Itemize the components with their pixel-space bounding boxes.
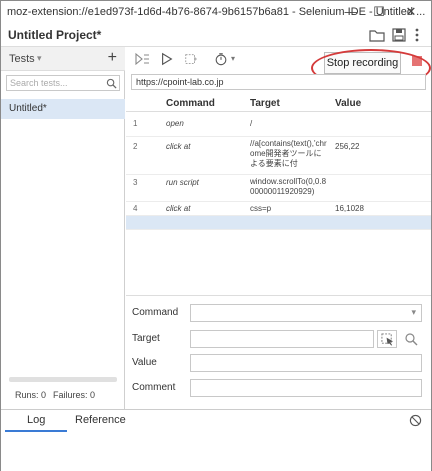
select-target-button[interactable]: [377, 330, 397, 348]
row-value: 16,1028: [335, 204, 364, 213]
save-project-icon[interactable]: [391, 27, 407, 43]
row-command: run script: [166, 178, 199, 187]
test-item-label: Untitled*: [9, 103, 47, 114]
table-row-empty-selected[interactable]: [126, 216, 431, 230]
playback-toolbar: ▾ Stop recording: [126, 47, 431, 87]
value-field[interactable]: [190, 354, 422, 372]
command-field-label: Command: [132, 307, 179, 318]
more-options-icon[interactable]: [409, 27, 425, 43]
row-number: 4: [133, 204, 138, 213]
maximize-button[interactable]: ☐: [367, 3, 391, 21]
column-header-command: Command: [166, 98, 215, 109]
command-field[interactable]: ▾: [190, 304, 422, 322]
test-speed-icon[interactable]: [214, 51, 228, 67]
row-target: /: [250, 119, 253, 128]
search-tests-placeholder: Search tests...: [10, 78, 68, 88]
base-url-value: https://cpoint-lab.co.jp: [136, 77, 224, 87]
test-run-progress-bar: [9, 377, 117, 382]
select-element-icon: [381, 333, 394, 346]
test-item-untitled[interactable]: Untitled*: [1, 99, 125, 119]
row-command: open: [166, 119, 184, 128]
tests-header: Tests ▾ +: [1, 47, 125, 71]
table-row[interactable]: 1 open /: [126, 113, 431, 137]
command-dropdown-caret-icon[interactable]: ▾: [411, 307, 416, 318]
row-target: //a[contains(text(),'chrome開発者ツールによる要素に付: [250, 139, 327, 168]
table-row[interactable]: 3 run script window.scrollTo(0,0.8000000…: [126, 175, 431, 202]
project-header: Untitled Project*: [1, 23, 431, 47]
failures-count: Failures: 0: [53, 390, 96, 400]
run-all-tests-icon[interactable]: [134, 51, 150, 67]
row-number: 1: [133, 119, 138, 128]
browser-window: moz-extension://e1ed973f-1d6d-4b76-8674-…: [0, 0, 432, 471]
title-bar: moz-extension://e1ed973f-1d6d-4b76-8674-…: [1, 1, 431, 23]
clear-log-icon[interactable]: [409, 414, 422, 427]
find-target-icon: [405, 333, 418, 346]
open-project-icon[interactable]: [369, 27, 385, 43]
editor-panel: ▾ Stop recording https://cpoint-lab.co.j…: [126, 47, 431, 409]
add-test-button[interactable]: +: [108, 49, 117, 67]
tab-log[interactable]: Log: [27, 414, 45, 426]
row-number: 2: [133, 142, 138, 151]
target-field-label: Target: [132, 333, 160, 344]
minimize-button[interactable]: —: [339, 3, 363, 21]
command-editor: Command ▾ Target Value Comment: [126, 295, 431, 409]
comment-field[interactable]: [190, 379, 422, 397]
project-title[interactable]: Untitled Project*: [8, 28, 101, 42]
test-speed-caret-icon[interactable]: ▾: [229, 51, 237, 67]
search-tests-input[interactable]: Search tests...: [6, 75, 120, 91]
column-header-value: Value: [335, 98, 362, 109]
column-header-target: Target: [250, 98, 280, 109]
search-icon: [106, 78, 117, 89]
row-command: click at: [166, 142, 191, 151]
tab-reference[interactable]: Reference: [75, 414, 126, 426]
run-current-test-icon[interactable]: [160, 51, 174, 67]
find-target-button[interactable]: [401, 330, 421, 348]
close-button[interactable]: ✕: [399, 3, 423, 21]
tests-panel: Tests ▾ + Search tests... Untitled* Runs…: [1, 47, 125, 409]
target-field[interactable]: [190, 330, 374, 348]
commands-table-header: Command Target Value: [126, 94, 431, 112]
log-panel: Log Reference: [1, 409, 431, 471]
active-tab-indicator: [5, 430, 67, 432]
comment-field-label: Comment: [132, 382, 176, 393]
table-row[interactable]: 4 click at css=p 16,1028: [126, 202, 431, 216]
row-target: window.scrollTo(0,0.800000011920929): [250, 177, 327, 196]
value-field-label: Value: [132, 357, 157, 368]
row-command: click at: [166, 204, 191, 213]
runs-count: Runs: 0: [15, 390, 47, 400]
step-over-icon[interactable]: [184, 51, 198, 67]
row-target: css=p: [250, 204, 272, 213]
row-number: 3: [133, 178, 138, 187]
tests-dropdown-caret-icon[interactable]: ▾: [37, 53, 42, 64]
base-url-input[interactable]: https://cpoint-lab.co.jp: [131, 74, 426, 90]
row-value: 256,22: [335, 142, 360, 151]
tests-dropdown-label[interactable]: Tests: [9, 53, 35, 65]
table-row[interactable]: 2 click at //a[contains(text(),'chrome開発…: [126, 137, 431, 175]
